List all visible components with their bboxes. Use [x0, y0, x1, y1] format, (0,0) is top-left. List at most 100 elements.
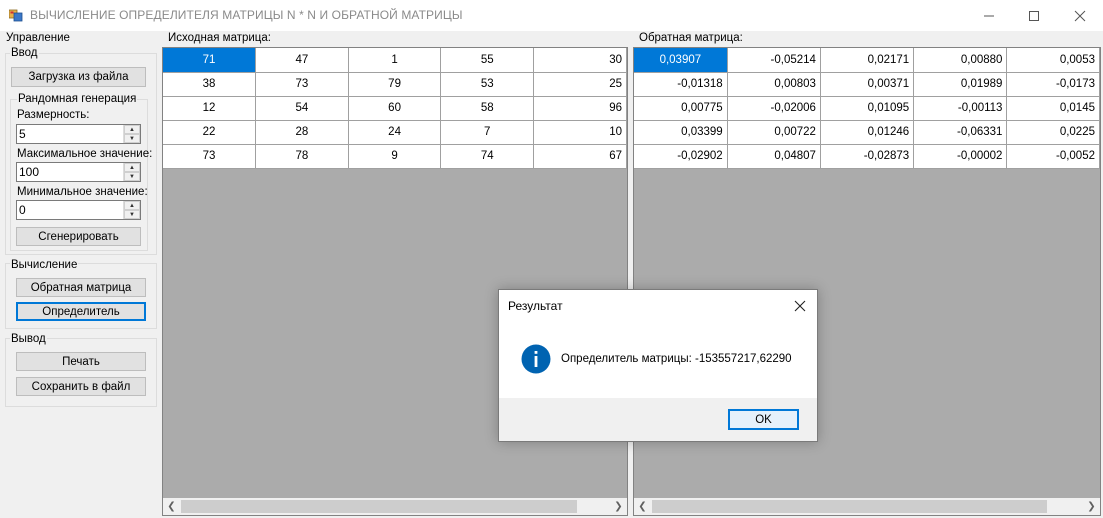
size-label: Размерность:: [17, 109, 90, 121]
matrix-cell[interactable]: 10: [533, 120, 627, 145]
matrix-cell[interactable]: 79: [348, 72, 442, 97]
matrix-cell[interactable]: 1: [348, 48, 442, 73]
random-generation-title: Рандомная генерация: [17, 93, 138, 106]
matrix-cell[interactable]: 67: [533, 144, 627, 169]
min-value-input[interactable]: [19, 203, 119, 217]
matrix-cell[interactable]: -0,0173: [1006, 72, 1100, 97]
table-row: -0,01318 0,00803 0,00371 0,01989 -0,0173: [634, 72, 1100, 97]
matrix-cell[interactable]: 0,03907: [634, 48, 728, 73]
matrix-cell[interactable]: 0,0225: [1006, 120, 1100, 145]
matrix-cell[interactable]: 53: [440, 72, 535, 97]
matrix-cell[interactable]: -0,05214: [727, 48, 821, 73]
table-row: 0,00775 -0,02006 0,01095 -0,00113 0,0145: [634, 96, 1100, 121]
matrix-cell[interactable]: 22: [163, 120, 257, 145]
matrix-cell[interactable]: 71: [163, 48, 257, 73]
matrix-cell[interactable]: 47: [255, 48, 349, 73]
matrix-cell[interactable]: -0,00002: [913, 144, 1008, 169]
table-row: 38 73 79 53 25: [163, 72, 627, 97]
matrix-cell[interactable]: 0,00880: [913, 48, 1008, 73]
dialog-close-button[interactable]: [789, 295, 811, 317]
matrix-cell[interactable]: 54: [255, 96, 349, 121]
print-button[interactable]: Печать: [16, 352, 146, 371]
spin-down-icon[interactable]: ▼: [124, 134, 140, 143]
scroll-left-icon[interactable]: ❮: [634, 498, 651, 515]
scrollbar-thumb[interactable]: [652, 500, 1047, 513]
matrix-cell[interactable]: 0,01989: [913, 72, 1008, 97]
matrix-cell[interactable]: 78: [255, 144, 349, 169]
matrix-cell[interactable]: 38: [163, 72, 257, 97]
matrix-cell[interactable]: 96: [533, 96, 627, 121]
source-matrix-grid[interactable]: 71 47 1 55 30 38 73 79 53 25 12 54 60 58…: [162, 47, 628, 516]
scroll-left-icon[interactable]: ❮: [163, 498, 180, 515]
matrix-cell[interactable]: 74: [440, 144, 535, 169]
source-horizontal-scrollbar[interactable]: ❮ ❯: [163, 498, 627, 515]
matrix-cell[interactable]: -0,06331: [913, 120, 1008, 145]
matrix-cell[interactable]: 0,01095: [820, 96, 915, 121]
matrix-cell[interactable]: 24: [348, 120, 442, 145]
inverse-horizontal-scrollbar[interactable]: ❮ ❯: [634, 498, 1100, 515]
matrix-cell[interactable]: 0,00803: [727, 72, 821, 97]
matrix-cell[interactable]: 7: [440, 120, 535, 145]
matrix-cell[interactable]: 12: [163, 96, 257, 121]
matrix-cell[interactable]: 60: [348, 96, 442, 121]
save-to-file-button[interactable]: Сохранить в файл: [16, 377, 146, 396]
matrix-cell[interactable]: -0,02006: [727, 96, 821, 121]
ok-button[interactable]: OK: [728, 409, 799, 430]
spin-up-icon[interactable]: ▲: [124, 163, 140, 172]
minimize-button[interactable]: [966, 0, 1012, 31]
size-stepper[interactable]: ▲ ▼: [16, 124, 141, 144]
determinant-button[interactable]: Определитель: [16, 302, 146, 321]
matrix-cell[interactable]: 0,01246: [820, 120, 915, 145]
table-row: 73 78 9 74 67: [163, 144, 627, 169]
source-matrix-title: Исходная матрица:: [167, 32, 272, 45]
matrix-cell[interactable]: -0,0052: [1006, 144, 1100, 169]
matrix-cell[interactable]: 30: [533, 48, 627, 73]
inverse-matrix-title: Обратная матрица:: [638, 32, 744, 45]
matrix-cell[interactable]: -0,02873: [820, 144, 915, 169]
matrix-cell[interactable]: 0,00775: [634, 96, 728, 121]
matrix-cell[interactable]: 0,04807: [727, 144, 821, 169]
matrix-cell[interactable]: 0,03399: [634, 120, 728, 145]
maximize-button[interactable]: [1011, 0, 1057, 31]
scroll-right-icon[interactable]: ❯: [610, 498, 627, 515]
dialog-message: Определитель матрицы: -153557217,62290: [561, 353, 792, 365]
info-icon: [521, 344, 551, 374]
max-value-spin-buttons[interactable]: ▲ ▼: [123, 163, 140, 181]
matrix-cell[interactable]: -0,02902: [634, 144, 728, 169]
close-window-button[interactable]: [1057, 0, 1103, 31]
min-value-stepper[interactable]: ▲ ▼: [16, 200, 141, 220]
scroll-right-icon[interactable]: ❯: [1083, 498, 1100, 515]
scrollbar-thumb[interactable]: [181, 500, 577, 513]
spin-up-icon[interactable]: ▲: [124, 125, 140, 134]
matrix-cell[interactable]: 0,02171: [820, 48, 915, 73]
max-value-stepper[interactable]: ▲ ▼: [16, 162, 141, 182]
spin-up-icon[interactable]: ▲: [124, 201, 140, 210]
spin-down-icon[interactable]: ▼: [124, 210, 140, 219]
inverse-matrix-button[interactable]: Обратная матрица: [16, 278, 146, 297]
matrix-cell[interactable]: 73: [255, 72, 349, 97]
min-value-label: Минимальное значение:: [17, 186, 148, 198]
max-value-input[interactable]: [19, 165, 119, 179]
load-from-file-button[interactable]: Загрузка из файла: [11, 67, 146, 87]
maximize-icon: [1029, 10, 1039, 21]
generate-button[interactable]: Сгенерировать: [16, 227, 141, 246]
inverse-matrix-grid[interactable]: 0,03907 -0,05214 0,02171 0,00880 0,0053 …: [633, 47, 1101, 516]
size-spin-buttons[interactable]: ▲ ▼: [123, 125, 140, 143]
size-input[interactable]: [19, 127, 119, 141]
matrix-cell[interactable]: 73: [163, 144, 257, 169]
min-value-spin-buttons[interactable]: ▲ ▼: [123, 201, 140, 219]
dialog-title: Результат: [508, 299, 563, 313]
matrix-cell[interactable]: 0,0053: [1006, 48, 1100, 73]
matrix-cell[interactable]: -0,01318: [634, 72, 728, 97]
matrix-cell[interactable]: 58: [440, 96, 535, 121]
matrix-cell[interactable]: 28: [255, 120, 349, 145]
matrix-cell[interactable]: 9: [348, 144, 442, 169]
matrix-cell[interactable]: 0,00722: [727, 120, 821, 145]
window-title: ВЫЧИСЛЕНИЕ ОПРЕДЕЛИТЕЛЯ МАТРИЦЫ N * N И …: [30, 8, 463, 22]
matrix-cell[interactable]: 0,0145: [1006, 96, 1100, 121]
matrix-cell[interactable]: -0,00113: [913, 96, 1008, 121]
matrix-cell[interactable]: 55: [440, 48, 535, 73]
matrix-cell[interactable]: 0,00371: [820, 72, 915, 97]
matrix-cell[interactable]: 25: [533, 72, 627, 97]
spin-down-icon[interactable]: ▼: [124, 172, 140, 181]
